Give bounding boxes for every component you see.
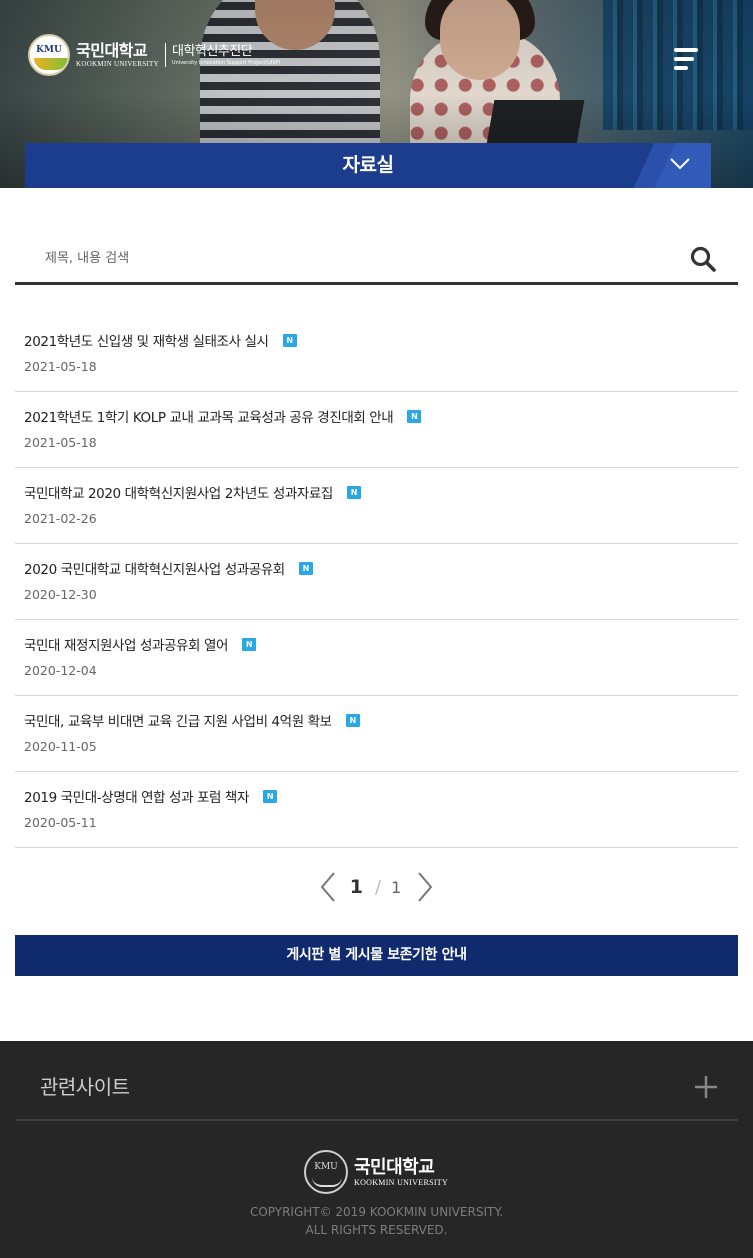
post-date: 2020-05-11 [24, 815, 97, 830]
list-item[interactable]: 2020 국민대학교 대학혁신지원사업 성과공유회 N 2020-12-30 [15, 544, 738, 620]
plus-icon[interactable] [694, 1075, 718, 1099]
chevron-down-icon[interactable] [669, 157, 691, 171]
kmu-emblem-icon: KMU [28, 34, 70, 76]
post-title[interactable]: 2021학년도 신입생 및 재학생 실태조사 실시 [24, 330, 269, 350]
chevron-left-icon [320, 872, 335, 902]
hero-header: KMU 국민대학교 KOOKMIN UNIVERSITY 대학혁신추진단 Uni… [0, 0, 753, 188]
next-page-button[interactable] [405, 867, 445, 907]
post-date: 2020-12-04 [24, 663, 97, 678]
post-title[interactable]: 국민대, 교육부 비대면 교육 긴급 지원 사업비 4억원 확보 [24, 710, 332, 730]
list-item[interactable]: 국민대, 교육부 비대면 교육 긴급 지원 사업비 4억원 확보 N 2020-1… [15, 696, 738, 772]
post-date: 2020-12-30 [24, 587, 97, 602]
post-date: 2021-05-18 [24, 359, 97, 374]
list-item[interactable]: 2019 국민대-상명대 연합 성과 포럼 책자 N 2020-05-11 [15, 772, 738, 848]
post-list: 2021학년도 신입생 및 재학생 실태조사 실시 N 2021-05-18 20… [15, 316, 738, 848]
copyright: COPYRIGHT© 2019 KOOKMIN UNIVERSITY. ALL … [249, 1205, 504, 1237]
post-title[interactable]: 국민대학교 2020 대학혁신지원사업 2차년도 성과자료집 [24, 482, 333, 502]
pagination: 1 / 1 [0, 866, 753, 908]
total-pages: 1 [391, 877, 402, 897]
retention-notice-button[interactable]: 게시판 별 게시물 보존기한 안내 [15, 935, 738, 976]
post-title[interactable]: 국민대 재정지원사업 성과공유회 열어 [24, 634, 228, 654]
list-item[interactable]: 2021학년도 1학기 KOLP 교내 교과목 교육성과 공유 경진대회 안내 N… [15, 392, 738, 468]
site-logo[interactable]: KMU 국민대학교 KOOKMIN UNIVERSITY 대학혁신추진단 Uni… [28, 34, 281, 76]
logo-divider [164, 43, 166, 67]
new-badge: N [407, 409, 422, 423]
search-icon[interactable] [690, 246, 716, 272]
related-sites-toggle[interactable]: 관련사이트 [15, 1041, 738, 1121]
related-sites-label: 관련사이트 [40, 1075, 130, 1099]
post-title[interactable]: 2020 국민대학교 대학혁신지원사업 성과공유회 [24, 558, 285, 578]
footer: 관련사이트 KMU 국민대학교 KOOKMIN UNIVERSITY COPYR… [0, 1041, 753, 1258]
new-badge: N [262, 789, 277, 803]
search-input[interactable] [45, 244, 645, 272]
new-badge: N [346, 485, 361, 499]
new-badge: N [345, 713, 360, 727]
search-bar [15, 234, 738, 285]
university-name-en: KOOKMIN UNIVERSITY [76, 60, 159, 68]
unit-name-en: University Innovation Support Project(UI… [171, 60, 281, 66]
hamburger-icon[interactable] [674, 48, 700, 72]
footer-university-name: 국민대학교 [354, 1156, 435, 1178]
page-title: 자료실 [342, 154, 394, 176]
kmu-emblem-icon: KMU [304, 1150, 348, 1194]
list-item[interactable]: 2021학년도 신입생 및 재학생 실태조사 실시 N 2021-05-18 [15, 316, 738, 392]
post-title[interactable]: 2019 국민대-상명대 연합 성과 포럼 책자 [24, 786, 249, 806]
post-date: 2021-02-26 [24, 511, 97, 526]
new-badge: N [282, 333, 297, 347]
footer-logo: KMU 국민대학교 KOOKMIN UNIVERSITY [304, 1150, 448, 1194]
page-separator: / [374, 876, 382, 898]
new-badge: N [242, 637, 256, 651]
prev-page-button[interactable] [308, 867, 348, 907]
list-item[interactable]: 국민대학교 2020 대학혁신지원사업 2차년도 성과자료집 N 2021-02-… [15, 468, 738, 544]
current-page[interactable]: 1 [350, 876, 363, 898]
footer-university-name-en: KOOKMIN UNIVERSITY [354, 1177, 449, 1187]
post-date: 2021-05-18 [24, 435, 97, 450]
unit-name: 대학혁신추진단 [171, 44, 253, 59]
list-item[interactable]: 국민대 재정지원사업 성과공유회 열어 N 2020-12-04 [15, 620, 738, 696]
chevron-right-icon [418, 872, 433, 902]
section-title-bar[interactable]: 자료실 [25, 143, 711, 188]
university-name: 국민대학교 [76, 41, 148, 60]
post-title[interactable]: 2021학년도 1학기 KOLP 교내 교과목 교육성과 공유 경진대회 안내 [24, 406, 394, 426]
post-date: 2020-11-05 [24, 739, 97, 754]
new-badge: N [298, 561, 313, 575]
